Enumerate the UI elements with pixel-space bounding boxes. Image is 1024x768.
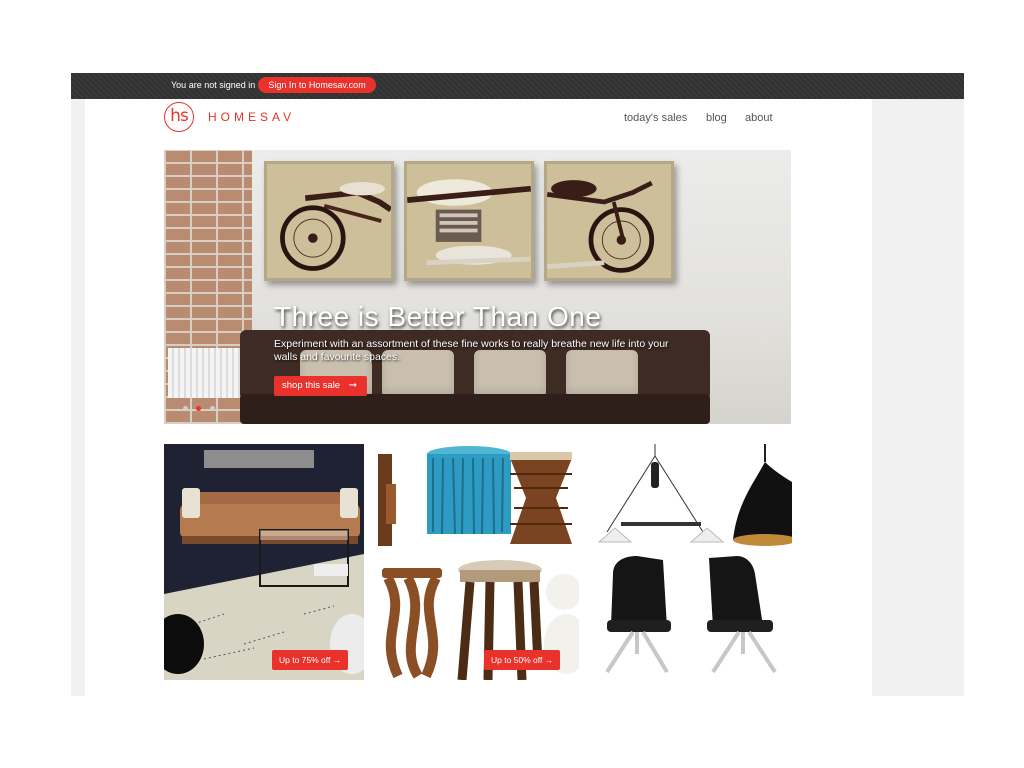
sofa-seat-image [240, 394, 710, 424]
motorcycle-rear-image [267, 164, 391, 278]
canvas-panel-middle [404, 161, 534, 281]
sale-tile-lighting-chairs[interactable] [593, 444, 792, 680]
radiator-image [168, 348, 244, 398]
arrow-right-icon: ➞ [348, 380, 358, 391]
account-bar: You are not signed in Sign In to Homesav… [71, 73, 964, 99]
shop-this-sale-label: shop this sale [282, 380, 341, 391]
canvas-panel-left [264, 161, 394, 281]
nav-blog[interactable]: blog [706, 112, 727, 124]
hero-description: Experiment with an assortment of these f… [274, 338, 669, 363]
discount-badge[interactable]: Up to 75% off → [272, 650, 349, 670]
discount-badge[interactable]: Up to 50% off → [484, 650, 561, 670]
browser-viewport: You are not signed in Sign In to Homesav… [71, 73, 964, 696]
carousel-indicators [183, 398, 219, 416]
carousel-dot-active[interactable] [196, 406, 202, 411]
page-content: hs HOMESAV today's sales blog about Thre… [85, 99, 872, 696]
nav-todays-sales[interactable]: today's sales [624, 112, 687, 124]
nav-about[interactable]: about [745, 112, 773, 124]
carousel-dot[interactable] [183, 406, 188, 411]
hero-title: Three is Better Than One [274, 301, 602, 332]
living-room-image [164, 444, 364, 680]
sign-in-button[interactable]: Sign In to Homesav.com [258, 77, 376, 93]
logo-mark[interactable]: hs [164, 102, 194, 132]
carousel-dot[interactable] [209, 406, 215, 411]
stools-image [378, 444, 579, 680]
sale-tile-stools[interactable]: Up to 50% off → [378, 444, 579, 680]
lamps-and-chairs-image [593, 444, 792, 680]
shop-this-sale-button[interactable]: shop this sale ➞ [274, 376, 367, 396]
signed-out-notice: You are not signed in [171, 80, 256, 90]
motorcycle-front-image [547, 164, 671, 278]
canvas-panel-right [544, 161, 674, 281]
sale-tile-living-room[interactable]: Up to 75% off → [164, 444, 364, 680]
hero-banner[interactable]: Three is Better Than One Experiment with… [164, 150, 791, 424]
logo-wordmark[interactable]: HOMESAV [208, 110, 295, 124]
motorcycle-engine-image [407, 164, 531, 278]
